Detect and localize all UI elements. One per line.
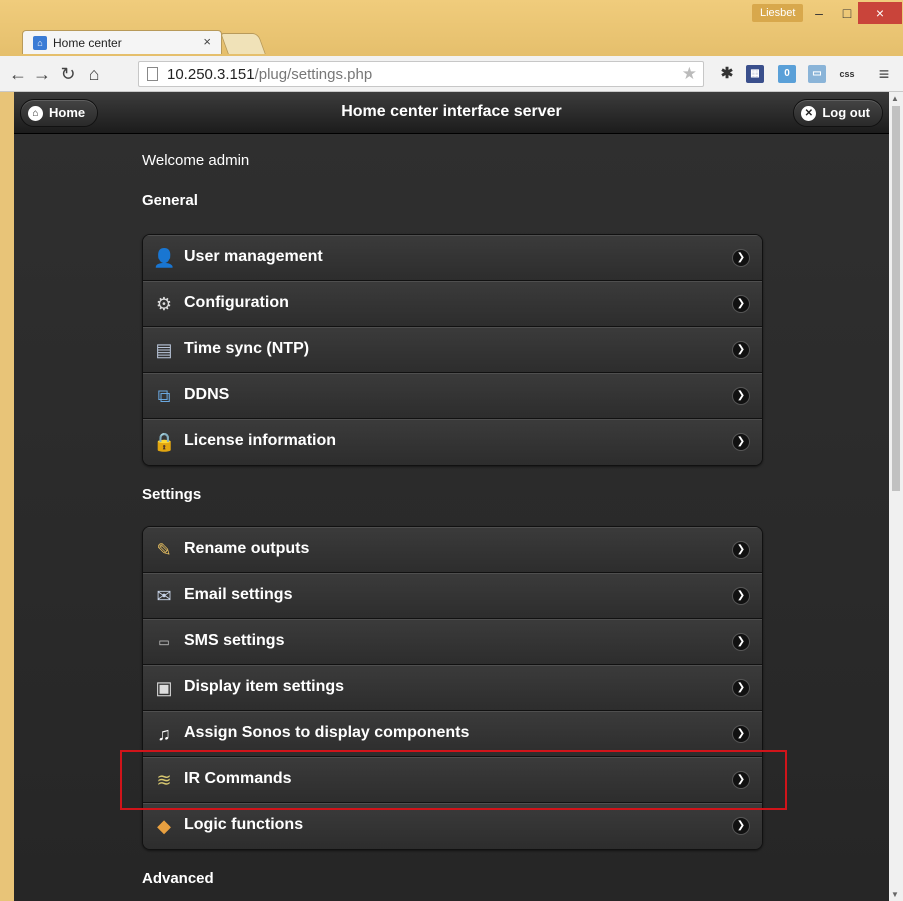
- brush-icon: ✎: [156, 540, 172, 560]
- list-item-rename-outputs[interactable]: ✎ Rename outputs ❯: [143, 527, 762, 573]
- chevron-right-icon: ❯: [733, 388, 749, 404]
- bookmark-star-icon[interactable]: ★: [682, 64, 697, 84]
- close-window-button[interactable]: ×: [858, 2, 902, 24]
- settings-gear-icon[interactable]: ✱: [718, 65, 736, 83]
- browser-tab[interactable]: ⌂ Home center ×: [22, 30, 222, 54]
- general-list: 👤 User management ❯ ⚙ Configuration ❯ ▤ …: [142, 234, 763, 466]
- back-icon[interactable]: ←: [6, 62, 30, 86]
- section-settings-title: Settings: [142, 486, 202, 503]
- section-general-title: General: [142, 192, 198, 209]
- list-item-label: Logic functions: [184, 816, 304, 833]
- section-advanced-title: Advanced: [142, 870, 214, 887]
- chevron-right-icon: ❯: [733, 250, 749, 266]
- home-favicon-icon: ⌂: [33, 36, 47, 50]
- chevron-right-icon: ❯: [733, 296, 749, 312]
- clock-server-icon: ▤: [155, 340, 173, 360]
- chevron-right-icon: ❯: [733, 634, 749, 650]
- css-extension-icon[interactable]: css: [838, 65, 856, 83]
- list-item-sms-settings[interactable]: ▭ SMS settings ❯: [143, 619, 762, 665]
- list-item-license[interactable]: 🔒 License information ❯: [143, 419, 762, 465]
- chevron-right-icon: ❯: [733, 726, 749, 742]
- list-item-label: Email settings: [184, 586, 293, 603]
- page-header: ⌂ Home Home center interface server ✕ Lo…: [14, 92, 889, 134]
- chevron-right-icon: ❯: [733, 542, 749, 558]
- page-title: Home center interface server: [341, 103, 562, 120]
- profile-button[interactable]: Liesbet: [752, 4, 804, 22]
- user-management-icon: 👤: [153, 248, 176, 268]
- url-path: /plug/settings.php: [254, 66, 373, 83]
- scroll-thumb[interactable]: [892, 106, 900, 491]
- scroll-down-icon[interactable]: ▼: [891, 890, 899, 899]
- ghost-extension-icon[interactable]: 0: [778, 65, 796, 83]
- list-item-label: Assign Sonos to display components: [184, 724, 470, 741]
- menu-icon[interactable]: ≡: [872, 62, 896, 86]
- list-item-label: Display item settings: [184, 678, 345, 695]
- url-text: 10.250.3.151/plug/settings.php: [167, 66, 372, 83]
- list-item-display-item-settings[interactable]: ▣ Display item settings ❯: [143, 665, 762, 711]
- minimize-button[interactable]: –: [804, 2, 834, 24]
- chevron-right-icon: ❯: [733, 342, 749, 358]
- screen-extension-icon[interactable]: ▭: [808, 65, 826, 83]
- list-item-label: SMS settings: [184, 632, 285, 649]
- browser-toolbar: ← → ↻ ⌂ 10.250.3.151/plug/settings.php ★…: [0, 56, 903, 92]
- new-tab-button[interactable]: [220, 33, 266, 54]
- license-icon: 🔒: [153, 432, 176, 452]
- logic-icon: ◆: [157, 816, 171, 836]
- address-bar[interactable]: 10.250.3.151/plug/settings.php ★: [138, 61, 704, 87]
- list-item-label: Configuration: [184, 294, 289, 311]
- scroll-up-icon[interactable]: ▲: [891, 94, 899, 103]
- home-icon[interactable]: ⌂: [82, 62, 106, 86]
- logout-button-label: Log out: [822, 105, 870, 120]
- url-host: 10.250.3.151: [167, 66, 255, 83]
- envelope-icon: ✉: [156, 586, 172, 606]
- list-item-label: Rename outputs: [184, 540, 310, 557]
- logout-button[interactable]: ✕ Log out: [793, 99, 883, 127]
- list-item-ddns[interactable]: ⧉ DDNS ❯: [143, 373, 762, 419]
- music-note-icon: ♫: [157, 724, 171, 744]
- network-icon: ⧉: [157, 386, 171, 406]
- extension-icon[interactable]: ▦: [746, 65, 764, 83]
- chevron-right-icon: ❯: [733, 818, 749, 834]
- welcome-text: Welcome admin: [142, 152, 250, 169]
- scrollbar[interactable]: ▲ ▼: [889, 92, 903, 901]
- chevron-right-icon: ❯: [733, 588, 749, 604]
- ir-commands-highlight: [120, 750, 787, 810]
- list-item-time-sync[interactable]: ▤ Time sync (NTP) ❯: [143, 327, 762, 373]
- list-item-label: Time sync (NTP): [184, 340, 310, 357]
- close-icon: ✕: [801, 106, 817, 121]
- gear-icon: ⚙: [155, 294, 173, 314]
- list-item-label: License information: [184, 432, 337, 449]
- list-item-email-settings[interactable]: ✉ Email settings ❯: [143, 573, 762, 619]
- list-item-user-management[interactable]: 👤 User management ❯: [143, 235, 762, 281]
- chevron-right-icon: ❯: [733, 434, 749, 450]
- title-bar: ⌂ Home center × Liesbet – □ ×: [0, 0, 903, 56]
- list-item-label: User management: [184, 248, 323, 265]
- forward-icon[interactable]: →: [30, 62, 54, 86]
- tab-title: Home center: [53, 36, 122, 50]
- chevron-right-icon: ❯: [733, 680, 749, 696]
- tab-close-icon[interactable]: ×: [203, 34, 211, 49]
- display-icon: ▣: [155, 678, 173, 698]
- sms-icon: ▭: [158, 635, 170, 649]
- list-item-label: DDNS: [184, 386, 230, 403]
- page-icon: [147, 67, 158, 81]
- list-item-configuration[interactable]: ⚙ Configuration ❯: [143, 281, 762, 327]
- reload-icon[interactable]: ↻: [56, 62, 80, 86]
